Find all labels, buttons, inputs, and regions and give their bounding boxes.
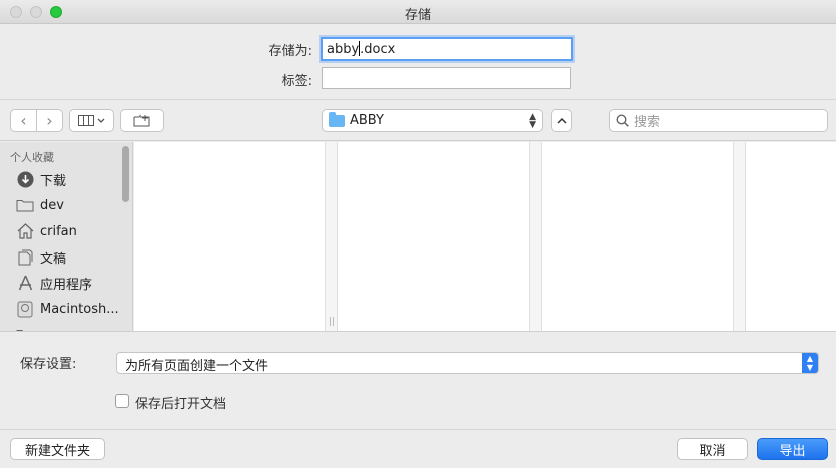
sidebar-item-applications[interactable]: 应用程序	[16, 272, 126, 294]
save-settings-popup[interactable]: 为所有页面创建一个文件 ▲ ▼	[116, 352, 819, 374]
resize-grip-icon: ||	[329, 317, 336, 327]
collapse-dialog-button[interactable]	[551, 109, 572, 132]
sidebar-item-label: dev	[40, 197, 64, 213]
save-as-label: 存储为:	[268, 44, 312, 59]
navigation-buttons: ‹ ›	[10, 109, 63, 132]
column-divider[interactable]	[529, 142, 542, 331]
dialog-footer: 新建文件夹 取消 导出	[0, 429, 836, 468]
download-icon	[16, 170, 34, 188]
browser-column[interactable]	[542, 142, 733, 331]
new-folder-toolbar-button[interactable]	[120, 109, 164, 132]
chevron-up-icon	[556, 117, 567, 124]
new-folder-button[interactable]: 新建文件夹	[10, 438, 105, 460]
filename-input[interactable]: abby.docx	[321, 37, 573, 61]
location-label: ABBY	[350, 113, 384, 128]
chevron-down-icon	[97, 118, 105, 123]
document-icon	[16, 248, 34, 266]
browser-column[interactable]	[746, 142, 836, 331]
save-settings-value: 为所有页面创建一个文件	[125, 359, 269, 374]
column-view-icon	[78, 115, 94, 126]
tags-input[interactable]	[322, 67, 571, 89]
column-browser[interactable]: ||	[134, 142, 836, 331]
sidebar-item-crifan[interactable]: crifan	[16, 220, 126, 242]
export-button[interactable]: 导出	[757, 438, 828, 460]
open-after-save-label[interactable]: 保存后打开文档	[135, 393, 226, 412]
open-after-save-checkbox[interactable]	[115, 394, 129, 408]
up-down-arrows-icon: ▲ ▼	[802, 353, 818, 373]
sidebar: 个人收藏 下载 dev crifan 文稿 应用程序 Macintosh...	[0, 142, 133, 331]
browser-column[interactable]	[338, 142, 529, 331]
browser-toolbar: ‹ › ABBY ▲ ▼ 搜索	[0, 99, 836, 141]
folder-icon	[329, 111, 345, 127]
cancel-button[interactable]: 取消	[677, 438, 748, 460]
applications-icon	[16, 274, 34, 292]
up-down-arrows-icon: ▲ ▼	[529, 112, 536, 130]
tags-label: 标签:	[281, 74, 312, 89]
filename-text-after-caret: .docx	[360, 42, 396, 57]
sidebar-item-label: crifan	[40, 223, 77, 239]
sidebar-item-macintosh-hd[interactable]: Macintosh...	[16, 298, 126, 320]
view-mode-button[interactable]	[69, 109, 114, 132]
search-field[interactable]: 搜索	[609, 109, 828, 132]
search-placeholder: 搜索	[634, 115, 661, 130]
column-divider[interactable]: ||	[325, 142, 338, 331]
sidebar-item-partial[interactable]	[16, 324, 126, 331]
browser-column[interactable]	[134, 142, 325, 331]
location-popup[interactable]: ABBY ▲ ▼	[322, 109, 543, 132]
save-form: 存储为: abby.docx 标签:	[0, 25, 836, 99]
export-options: 保存设置: 为所有页面创建一个文件 ▲ ▼ 保存后打开文档	[0, 331, 836, 429]
sidebar-item-label: 应用程序	[40, 277, 93, 293]
save-settings-label: 保存设置:	[20, 357, 77, 372]
chevron-right-icon[interactable]: ›	[37, 110, 62, 131]
title-bar: 存储	[0, 0, 836, 24]
chevron-left-icon[interactable]: ‹	[11, 110, 37, 131]
window-title: 存储	[404, 8, 431, 23]
sidebar-item-downloads[interactable]: 下载	[16, 168, 126, 190]
favorites-heading: 个人收藏	[10, 151, 54, 164]
column-divider[interactable]	[733, 142, 746, 331]
sidebar-item-label: 下载	[40, 173, 67, 189]
sidebar-item-label: Macintosh...	[40, 301, 119, 317]
disk-icon	[16, 300, 34, 318]
folder-icon	[16, 196, 34, 214]
sidebar-item-dev[interactable]: dev	[16, 194, 126, 216]
search-icon	[616, 114, 629, 127]
filename-text-before-caret: abby	[327, 42, 360, 57]
sidebar-item-label: 文稿	[40, 251, 67, 267]
home-icon	[16, 222, 34, 240]
new-folder-icon	[133, 114, 150, 127]
sidebar-item-documents[interactable]: 文稿	[16, 246, 126, 268]
